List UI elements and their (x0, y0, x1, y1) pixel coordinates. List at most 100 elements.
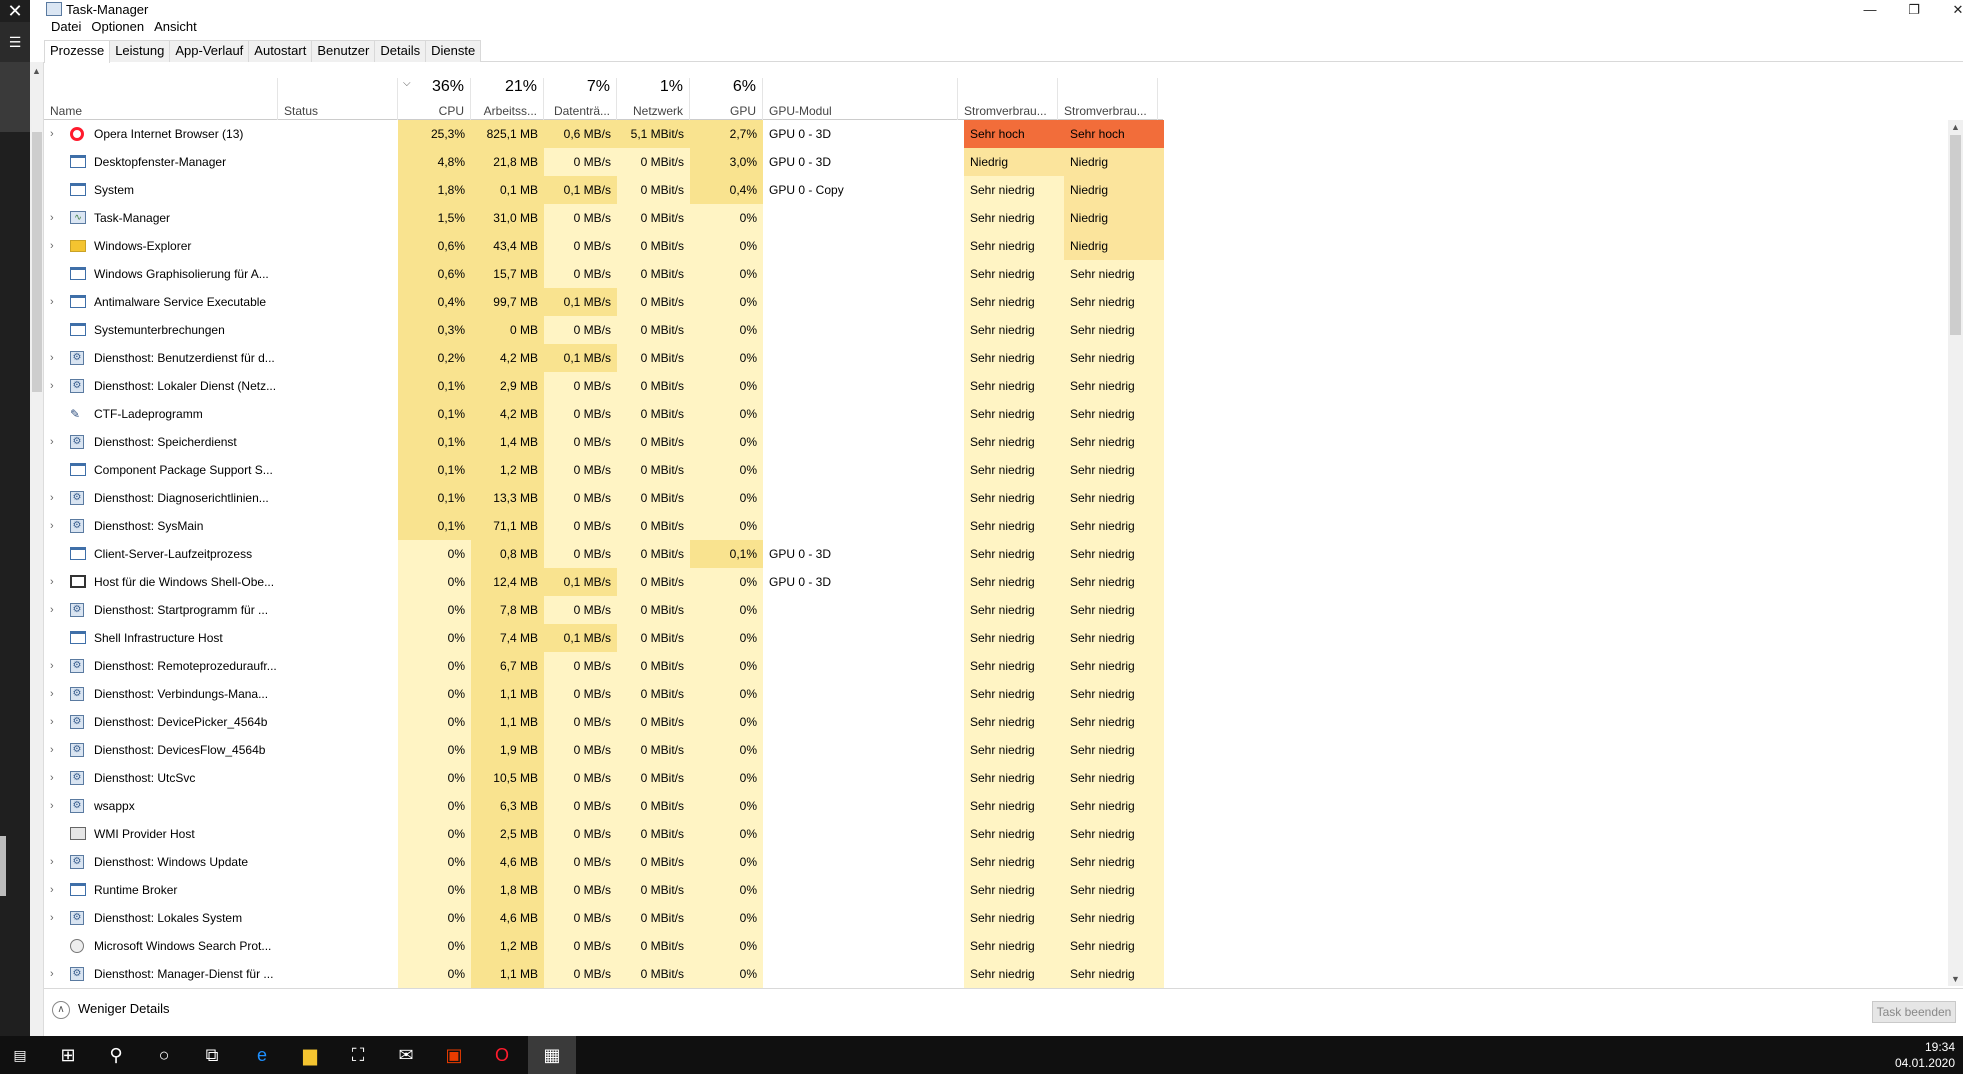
menu-optionen[interactable]: Optionen (91, 18, 144, 36)
col-disk[interactable]: 7% Datenträ... (544, 78, 617, 120)
expand-chevron-icon[interactable]: › (50, 204, 62, 232)
expand-chevron-icon[interactable]: › (50, 680, 62, 708)
expand-chevron-icon[interactable]: › (50, 568, 62, 596)
table-row[interactable]: › ⚙ Diensthost: Diagnoserichtlinien... 0,1%… (44, 484, 1164, 512)
scroll-down-icon[interactable]: ▼ (1948, 974, 1963, 984)
scroll-thumb[interactable] (32, 132, 42, 392)
expand-chevron-icon[interactable]: › (50, 652, 62, 680)
mail-icon[interactable]: ✉ (382, 1036, 430, 1074)
system-clock[interactable]: 19:34 04.01.2020 (1895, 1039, 1955, 1071)
scroll-up-icon[interactable]: ▲ (32, 66, 42, 76)
close-icon[interactable]: ✕ (0, 0, 30, 22)
right-scrollbar[interactable]: ▲ ▼ (1948, 120, 1963, 986)
expand-chevron-icon[interactable]: › (50, 708, 62, 736)
table-row[interactable]: Client-Server-Laufzeitprozess 0% 0,8 MB 0 M… (44, 540, 1164, 568)
expand-chevron-icon[interactable]: › (50, 120, 62, 148)
table-row[interactable]: › ⚙ Diensthost: Startprogramm für ... 0% 7,8… (44, 596, 1164, 624)
expand-chevron-icon[interactable]: › (50, 344, 62, 372)
opera-icon[interactable]: O (478, 1036, 526, 1074)
expand-chevron-icon[interactable]: › (50, 288, 62, 316)
col-gpu-module[interactable]: GPU-Modul (763, 78, 958, 120)
table-row[interactable]: › Opera Internet Browser (13) 25,3% 825,1 M… (44, 120, 1164, 148)
table-row[interactable]: Component Package Support S... 0,1% 1,2 MB… (44, 456, 1164, 484)
col-network[interactable]: 1% Netzwerk (617, 78, 690, 120)
table-row[interactable]: WMI Provider Host 0% 2,5 MB 0 MB/s 0 MBit/s 0… (44, 820, 1164, 848)
less-details-link[interactable]: Weniger Details (78, 1001, 170, 1016)
table-row[interactable]: Systemunterbrechungen 0,3% 0 MB 0 MB/s 0 MBi… (44, 316, 1164, 344)
col-name[interactable]: Name (44, 78, 278, 120)
expand-chevron-icon[interactable]: › (50, 232, 62, 260)
col-power-trend[interactable]: Stromverbrau... (1058, 78, 1158, 120)
expand-chevron-icon[interactable]: › (50, 596, 62, 624)
expand-chevron-icon[interactable]: › (50, 960, 62, 988)
file-explorer-icon[interactable]: ▆ (286, 1036, 334, 1074)
chevron-up-icon[interactable]: ∧ (52, 1001, 70, 1019)
maximize-button[interactable]: ❐ (1892, 0, 1936, 22)
table-row[interactable]: › ⚙ Diensthost: Lokales System 0% 4,6 MB 0 MB… (44, 904, 1164, 932)
table-row[interactable]: › ⚙ Diensthost: Manager-Dienst für ... 0% 1,… (44, 960, 1164, 988)
search-icon[interactable]: ⚲ (92, 1036, 140, 1074)
notification-icon[interactable]: ▤ (0, 1036, 40, 1074)
store-icon[interactable]: ⛶ (334, 1036, 382, 1074)
tab-dienste[interactable]: Dienste (425, 40, 482, 62)
minimize-button[interactable]: — (1848, 0, 1892, 22)
menu-datei[interactable]: Datei (51, 18, 81, 36)
scroll-up-icon[interactable]: ▲ (1948, 122, 1963, 132)
table-row[interactable]: › Runtime Broker 0% 1,8 MB 0 MB/s 0 MBit/s 0% S… (44, 876, 1164, 904)
table-row[interactable]: › ⚙ Diensthost: Windows Update 0% 4,6 MB 0 MB… (44, 848, 1164, 876)
expand-chevron-icon[interactable]: › (50, 848, 62, 876)
tab-details[interactable]: Details (374, 40, 427, 62)
windows-start-icon[interactable]: ⊞ (44, 1036, 92, 1074)
table-row[interactable]: Shell Infrastructure Host 0% 7,4 MB 0,1 MB/… (44, 624, 1164, 652)
col-cpu[interactable]: ⌵ 36% CPU (398, 78, 471, 120)
table-row[interactable]: › Antimalware Service Executable 0,4% 99,7 … (44, 288, 1164, 316)
table-row[interactable]: › ⚙ Diensthost: Remoteprozeduraufr... 0% 6,7… (44, 652, 1164, 680)
table-row[interactable]: ✎ CTF-Ladeprogramm 0,1% 4,2 MB 0 MB/s 0 MBit/… (44, 400, 1164, 428)
cortana-icon[interactable]: ○ (140, 1036, 188, 1074)
expand-chevron-icon[interactable]: › (50, 512, 62, 540)
table-row[interactable]: › Host für die Windows Shell-Obe... 0% 12,4… (44, 568, 1164, 596)
scroll-thumb[interactable] (1950, 135, 1961, 335)
menu-icon[interactable]: ☰ (0, 22, 30, 62)
expand-chevron-icon[interactable]: › (50, 736, 62, 764)
tab-leistung[interactable]: Leistung (109, 40, 171, 62)
tab-benutzer[interactable]: Benutzer (311, 40, 376, 62)
table-row[interactable]: › ⚙ wsappx 0% 6,3 MB 0 MB/s 0 MBit/s 0% Sehr nie… (44, 792, 1164, 820)
col-memory[interactable]: 21% Arbeitss... (471, 78, 544, 120)
tab-app-verlauf[interactable]: App-Verlauf (169, 40, 250, 62)
table-row[interactable]: System 1,8% 0,1 MB 0,1 MB/s 0 MBit/s 0,4% GPU … (44, 176, 1164, 204)
table-row[interactable]: Microsoft Windows Search Prot... 0% 1,2 MB… (44, 932, 1164, 960)
task-view-icon[interactable]: ⧉ (188, 1036, 236, 1074)
table-row[interactable]: › ⚙ Diensthost: Verbindungs-Mana... 0% 1,1 M… (44, 680, 1164, 708)
table-row[interactable]: › ⚙ Diensthost: DevicePicker_4564b 0% 1,1 MB… (44, 708, 1164, 736)
expand-chevron-icon[interactable]: › (50, 764, 62, 792)
table-row[interactable]: › ⚙ Diensthost: Speicherdienst 0,1% 1,4 MB 0 … (44, 428, 1164, 456)
menu-ansicht[interactable]: Ansicht (154, 18, 197, 36)
task-manager-icon[interactable]: ▦ (528, 1036, 576, 1074)
tab-autostart[interactable]: Autostart (248, 40, 313, 62)
left-scrollbar[interactable]: ▲ (30, 62, 44, 1036)
expand-chevron-icon[interactable]: › (50, 372, 62, 400)
table-row[interactable]: Windows Graphisolierung für A... 0,6% 15,7… (44, 260, 1164, 288)
expand-chevron-icon[interactable]: › (50, 904, 62, 932)
tab-prozesse[interactable]: Prozesse (44, 40, 111, 63)
table-row[interactable]: › ⚙ Diensthost: Benutzerdienst für d... 0,2… (44, 344, 1164, 372)
close-button[interactable]: ✕ (1936, 0, 1963, 22)
table-row[interactable]: › ⚙ Diensthost: SysMain 0,1% 71,1 MB 0 MB/s 0 … (44, 512, 1164, 540)
col-power[interactable]: Stromverbrau... (958, 78, 1058, 120)
table-row[interactable]: › ∿ Task-Manager 1,5% 31,0 MB 0 MB/s 0 MBit/s 0… (44, 204, 1164, 232)
expand-chevron-icon[interactable]: › (50, 484, 62, 512)
table-row[interactable]: › ⚙ Diensthost: DevicesFlow_4564b 0% 1,9 MB 0… (44, 736, 1164, 764)
expand-chevron-icon[interactable]: › (50, 876, 62, 904)
edge-icon[interactable]: e (238, 1036, 286, 1074)
expand-chevron-icon[interactable]: › (50, 792, 62, 820)
table-row[interactable]: › ⚙ Diensthost: Lokaler Dienst (Netz... 0,1… (44, 372, 1164, 400)
office-icon[interactable]: ▣ (430, 1036, 478, 1074)
table-row[interactable]: › ⚙ Diensthost: UtcSvc 0% 10,5 MB 0 MB/s 0 MBi… (44, 764, 1164, 792)
expand-chevron-icon[interactable]: › (50, 428, 62, 456)
col-status[interactable]: Status (278, 78, 398, 120)
table-row[interactable]: Desktopfenster-Manager 4,8% 21,8 MB 0 MB/s 0… (44, 148, 1164, 176)
col-gpu[interactable]: 6% GPU (690, 78, 763, 120)
table-row[interactable]: › Windows-Explorer 0,6% 43,4 MB 0 MB/s 0 MBit… (44, 232, 1164, 260)
end-task-button[interactable]: Task beenden (1872, 1001, 1956, 1023)
